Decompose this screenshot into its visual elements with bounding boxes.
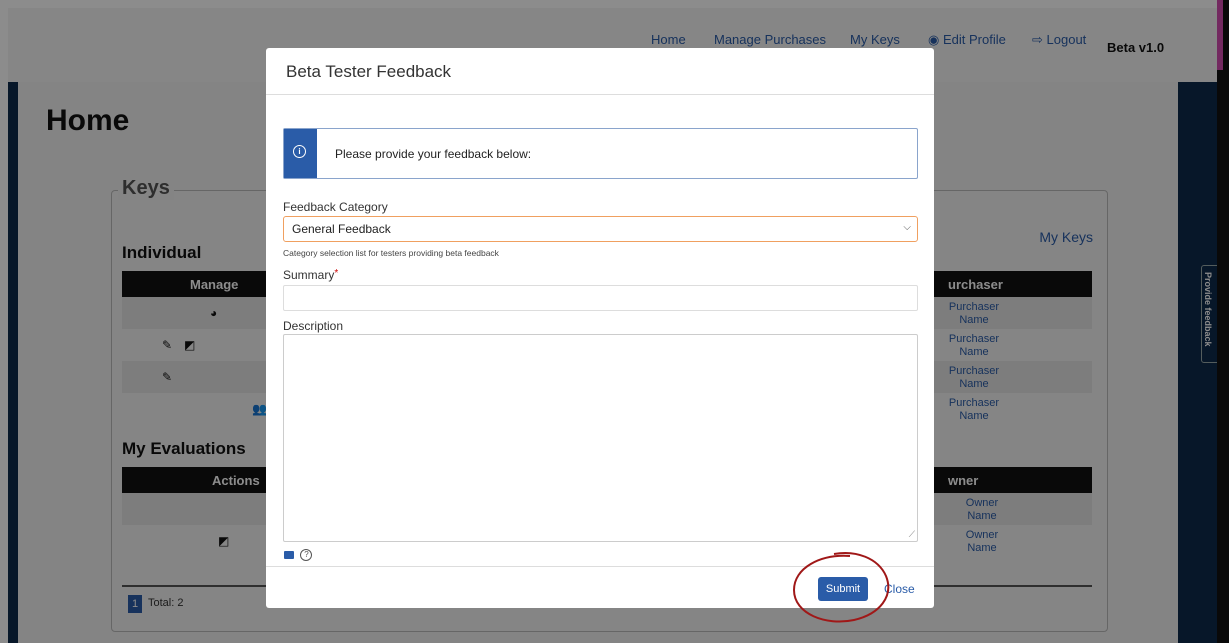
modal-title: Beta Tester Feedback	[286, 62, 452, 81]
category-help-text: Category selection list for testers prov…	[283, 248, 499, 258]
required-asterisk: *	[334, 268, 339, 279]
attachment-icons: ?	[284, 546, 313, 564]
summary-label-text: Summary	[283, 268, 335, 282]
info-alert: i Please provide your feedback below:	[283, 128, 918, 179]
category-selected-value: General Feedback	[292, 222, 391, 236]
description-textarea[interactable]: ⟋	[283, 334, 918, 542]
feedback-category-select[interactable]: General Feedback ⌵	[283, 216, 918, 242]
modal-header: Beta Tester Feedback	[266, 48, 934, 95]
chevron-down-icon: ⌵	[903, 222, 911, 233]
highlight-circle-annotation	[792, 552, 890, 623]
summary-input[interactable]	[283, 285, 918, 311]
info-alert-strip: i	[284, 129, 317, 178]
help-icon[interactable]: ?	[300, 548, 313, 561]
info-icon: i	[293, 145, 306, 158]
category-label: Feedback Category	[283, 200, 388, 214]
folder-icon[interactable]	[284, 550, 294, 559]
description-label: Description	[283, 319, 344, 333]
resize-handle-icon[interactable]: ⟋	[909, 529, 915, 540]
info-alert-text: Please provide your feedback below:	[335, 147, 532, 161]
summary-label: Summary*	[283, 268, 338, 282]
feedback-modal: Beta Tester Feedback i Please provide yo…	[266, 48, 934, 608]
